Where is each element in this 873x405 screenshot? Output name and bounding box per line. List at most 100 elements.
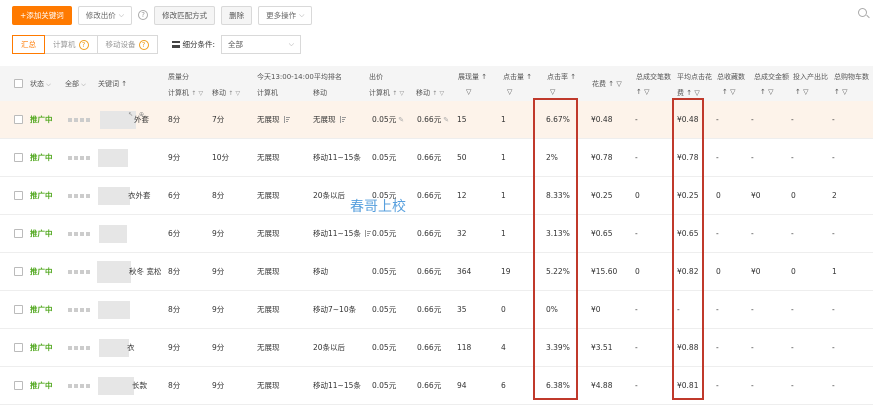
status-cell[interactable]: 推广中 <box>30 228 53 239</box>
impressions-header[interactable]: 展现量 ↑ <box>458 72 487 82</box>
clicks-cell: 19 <box>501 267 511 276</box>
rank-chart-icon[interactable] <box>364 230 371 237</box>
select-all-checkbox[interactable] <box>14 79 23 88</box>
impressions-cell: 32 <box>457 229 467 238</box>
status-header-label: 状态 <box>30 80 44 88</box>
roi-sort-filter[interactable]: ↑ ▽ <box>795 88 809 96</box>
status-cell[interactable]: 推广中 <box>30 266 53 277</box>
sort-icon: ↑ <box>570 73 577 81</box>
clicks-header[interactable]: 点击量 ↑ <box>503 72 532 82</box>
all-filter-header[interactable]: 全部 ⌵ <box>65 79 86 89</box>
deals-sort-filter[interactable]: ↑ ▽ <box>636 88 650 96</box>
table-row[interactable]: 推广中 秋冬 宽松 8分 9分 无展现 移动 0.05元 0.66元 364 19 5.22% ¥15… <box>0 253 873 291</box>
status-cell[interactable]: 推广中 <box>30 114 53 125</box>
row-checkbox[interactable] <box>14 153 23 162</box>
rank-mobile-cell: 20条以后 <box>313 343 346 352</box>
tab-summary-label: 汇总 <box>21 40 36 49</box>
status-cell[interactable]: 推广中 <box>30 342 53 353</box>
roi-cell: 0 <box>791 191 796 200</box>
status-column-header[interactable]: 状态 ⌵ <box>30 79 51 89</box>
filter-select[interactable]: 全部 ⌵ <box>221 35 302 54</box>
delete-button[interactable]: 删除 <box>221 5 253 25</box>
device-dots <box>68 383 90 388</box>
filter-icon: ▽ <box>616 80 622 88</box>
tab-summary[interactable]: 汇总 <box>12 35 45 54</box>
chevron-down-icon: ⌵ <box>299 10 305 19</box>
row-checkbox[interactable] <box>14 267 23 276</box>
status-cell[interactable]: 推广中 <box>30 304 53 315</box>
table-row[interactable]: 推广中 长款 8分 9分 无展现 移动11~15条 0.05元 0.66元 94 6 6.38% ¥4… <box>0 367 873 405</box>
row-checkbox[interactable] <box>14 305 23 314</box>
avg-cpc-subheader[interactable]: 费 ↑ ▽ <box>677 88 700 98</box>
row-checkbox[interactable] <box>14 343 23 352</box>
table-row[interactable]: 推广中衣 9分 9分 无展现 20条以后 0.05元 0.66元 118 4 3.39% ¥3.51… <box>0 329 873 367</box>
clicks-cell: 0 <box>501 305 506 314</box>
bid-pc-cell: 0.05元 <box>372 381 397 390</box>
table-row[interactable]: 推广中 外套 ↖ ⊕ 8分 7分 无展现 无展现 0.05元 ✎ 0.66元 ✎ 15 1 6.67% ¥0.… <box>0 101 873 139</box>
tab-mobile[interactable]: 移动设备? <box>97 35 158 54</box>
table-row[interactable]: 推广中 9分 10分 无展现 移动11~15条 0.05元 0.66元 50 1 2% ¥0.78-… <box>0 139 873 177</box>
rank-chart-icon[interactable] <box>339 116 346 123</box>
table-row[interactable]: 推广中 8分 9分 无展现 移动7~10条 0.05元 0.66元 35 0 0% ¥0- - - - - - <box>0 291 873 329</box>
status-cell[interactable]: 推广中 <box>30 152 53 163</box>
row-checkbox[interactable] <box>14 381 23 390</box>
cursor-icon: ↖ <box>128 111 134 118</box>
filter-icon[interactable]: ▽ <box>550 88 555 96</box>
chevron-down-icon: ⌵ <box>288 40 295 48</box>
favorites-sort-filter[interactable]: ↑ ▽ <box>722 88 736 96</box>
tab-computer[interactable]: 计算机? <box>45 35 98 54</box>
sort-icon: ↑ <box>760 88 766 96</box>
sort-icon: ↑ <box>432 90 438 97</box>
favorites-cell: - <box>716 305 719 314</box>
status-cell[interactable]: 推广中 <box>30 190 53 201</box>
keyword-column-header[interactable]: 关键词 ↑ <box>98 79 127 89</box>
bid-pc-cell: 0.05元 <box>372 153 397 162</box>
table-row[interactable]: 推广中 衣外套 6分 8分 无展现 20条以后 0.05元 0.66元 12 1 8.33% ¥0.2… <box>0 177 873 215</box>
table-row[interactable]: 推广中 6分 9分 无展现 移动11~15条 0.05元 0.66元 32 1 3.13% ¥0.6… <box>0 215 873 253</box>
quality-pc-subheader[interactable]: 计算机 ↑ ▽ <box>168 88 203 98</box>
row-checkbox[interactable] <box>14 229 23 238</box>
sort-icon: ↑ <box>608 80 615 88</box>
more-ops-dropdown[interactable]: 更多操作 ⌵ <box>258 5 313 25</box>
cost-header[interactable]: 花费 ↑ ▽ <box>592 79 622 89</box>
bid-mobile-subheader[interactable]: 移动 ↑ ▽ <box>416 88 444 98</box>
zoom-icon[interactable]: ⊕ <box>139 111 144 118</box>
quality-mobile-subheader[interactable]: 移动 ↑ ▽ <box>212 88 240 98</box>
keyword-cell[interactable]: 长款 <box>132 380 147 391</box>
watermark: 春哥上校 <box>350 199 406 215</box>
search-icon[interactable] <box>858 8 867 17</box>
deals-cell: - <box>635 153 638 162</box>
filter-icon: ▽ <box>803 88 809 96</box>
filter-icon: ▽ <box>198 90 204 97</box>
edit-icon[interactable]: ✎ <box>443 116 449 124</box>
ctr-header[interactable]: 点击率 ↑ <box>547 72 576 82</box>
cart-sort-filter[interactable]: ↑ ▽ <box>834 88 848 96</box>
keyword-cell[interactable]: 秋冬 宽松 <box>129 266 161 277</box>
status-cell[interactable]: 推广中 <box>30 380 53 391</box>
modify-match-button[interactable]: 修改匹配方式 <box>154 5 216 25</box>
filter-icon[interactable]: ▽ <box>507 88 512 96</box>
quality-pc-cell: 9分 <box>168 343 181 352</box>
roi-cell: 0 <box>791 267 796 276</box>
rank-chart-icon[interactable] <box>283 116 290 123</box>
deals-cell: 0 <box>635 191 640 200</box>
row-checkbox[interactable] <box>14 115 23 124</box>
rank-pc-cell: 无展现 <box>257 229 280 238</box>
row-checkbox[interactable] <box>14 191 23 200</box>
bid-pc-subheader[interactable]: 计算机 ↑ ▽ <box>369 88 404 98</box>
modify-bid-dropdown[interactable]: 修改出价 ⌵ <box>77 5 133 25</box>
redacted-keyword <box>99 225 127 243</box>
total-amount-header: 总成交金额 <box>754 73 789 81</box>
cost-cell: ¥0.48 <box>591 115 613 124</box>
amount-cell: - <box>751 343 754 352</box>
help-icon[interactable]: ? <box>138 10 149 20</box>
cost-cell: ¥0.78 <box>591 153 613 162</box>
edit-icon[interactable]: ✎ <box>398 116 404 124</box>
amount-sort-filter[interactable]: ↑ ▽ <box>760 88 774 96</box>
tab-computer-label: 计算机 <box>53 40 76 49</box>
filter-icon[interactable]: ▽ <box>466 88 471 96</box>
keyword-cell[interactable]: 衣 <box>127 342 135 353</box>
keyword-cell[interactable]: 衣外套 <box>128 190 151 201</box>
amount-cell: ¥0 <box>751 267 761 276</box>
add-keyword-button[interactable]: +添加关键词 <box>12 5 72 25</box>
